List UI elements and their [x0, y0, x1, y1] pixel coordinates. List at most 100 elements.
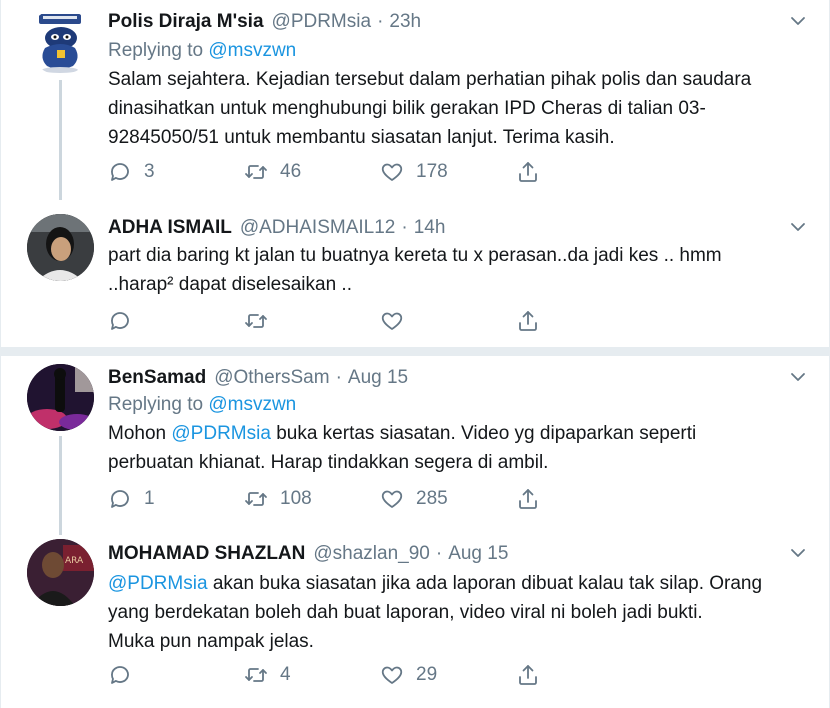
retweet-button[interactable] [244, 308, 280, 334]
svg-text:ARA: ARA [65, 556, 84, 566]
share-icon [516, 487, 540, 511]
heart-icon [380, 663, 404, 687]
reply-icon [108, 487, 132, 511]
reply-icon [108, 309, 132, 333]
retweet-button[interactable]: 46 [244, 159, 301, 185]
reply-button[interactable]: 3 [108, 159, 155, 185]
author-name[interactable]: MOHAMAD SHAZLAN [108, 543, 305, 565]
retweet-icon [244, 309, 268, 333]
tweet-text: Mohon @PDRMsia buka kertas siasatan. Vid… [108, 419, 808, 477]
retweet-icon [244, 487, 268, 511]
like-button[interactable]: 29 [380, 662, 437, 688]
conversation-divider [1, 347, 829, 356]
share-button[interactable] [516, 308, 540, 334]
like-button[interactable] [380, 308, 416, 334]
heart-icon [380, 309, 404, 333]
author-handle[interactable]: @OthersSam [214, 367, 329, 389]
separator-dot: · [435, 543, 443, 564]
tweet-bensamad[interactable]: BenSamad @OthersSam · Aug 15 Replying to… [1, 356, 829, 535]
retweet-count: 4 [280, 664, 291, 685]
replying-prefix: Replying to [108, 40, 204, 61]
tweet-text-line: dinasihatkan untuk menghubungi bilik ger… [108, 98, 706, 119]
reply-button[interactable]: 1 [108, 486, 155, 512]
author-handle[interactable]: @ADHAISMAIL12 [240, 217, 396, 239]
share-button[interactable] [516, 662, 540, 688]
timestamp[interactable]: 23h [389, 11, 421, 33]
tweet-actions: 4 29 [108, 662, 548, 688]
chevron-down-icon[interactable] [789, 220, 807, 234]
share-icon [516, 160, 540, 184]
separator-dot: · [335, 367, 342, 388]
chevron-down-icon[interactable] [789, 370, 807, 384]
reply-button[interactable] [108, 308, 144, 334]
tweet-text-line: ..harap² dapat diselesaikan .. [108, 274, 352, 295]
tweet-text-line: 92845050/51 untuk membantu siasatan lanj… [108, 127, 615, 148]
tweet-header: BenSamad @OthersSam · Aug 15 [108, 365, 408, 391]
chevron-down-icon[interactable] [789, 14, 807, 28]
retweet-button[interactable]: 108 [244, 486, 312, 512]
chevron-down-icon[interactable] [789, 546, 807, 560]
tweet-text-line: yang berdekatan boleh dah buat laporan, … [108, 602, 703, 623]
share-button[interactable] [516, 159, 540, 185]
share-icon [516, 309, 540, 333]
separator-dot: · [377, 11, 384, 32]
like-count: 178 [416, 161, 448, 182]
avatar[interactable]: ARA [27, 539, 94, 606]
mention-link[interactable]: @PDRMsia [171, 423, 271, 444]
tweet-header: Polis Diraja M'sia @PDRMsia · 23h [108, 9, 421, 35]
reply-icon [108, 160, 132, 184]
tweet-text-line: Mohon @PDRMsia buka kertas siasatan. Vid… [108, 419, 808, 448]
timestamp[interactable]: Aug 15 [448, 543, 508, 565]
author-name[interactable]: ADHA ISMAIL [108, 217, 232, 239]
tweet-actions [108, 308, 548, 334]
tweet-actions: 3 46 178 [108, 159, 548, 185]
tweet-header: MOHAMAD SHAZLAN @shazlan_90 · Aug 15 [108, 541, 508, 567]
retweet-button[interactable]: 4 [244, 662, 291, 688]
avatar[interactable] [27, 214, 94, 281]
heart-icon [380, 487, 404, 511]
reply-count: 1 [144, 488, 155, 509]
author-handle[interactable]: @PDRMsia [272, 11, 372, 33]
like-button[interactable]: 178 [380, 159, 448, 185]
avatar[interactable] [27, 8, 94, 75]
tweet-actions: 1 108 285 [108, 486, 548, 512]
reply-button[interactable] [108, 662, 144, 688]
replying-prefix: Replying to [108, 394, 204, 415]
tweet-shazlan[interactable]: ARA MOHAMAD SHAZLAN @shazlan_90 · Aug 15… [1, 529, 829, 708]
tweet-text: part dia baring kt jalan tu buatnya kere… [108, 241, 808, 299]
retweet-icon [244, 663, 268, 687]
like-button[interactable]: 285 [380, 486, 448, 512]
tweet-text-line: part dia baring kt jalan tu buatnya kere… [108, 245, 722, 266]
replying-to-link[interactable]: @msvzwn [208, 394, 296, 415]
timestamp[interactable]: 14h [414, 217, 446, 239]
like-count: 285 [416, 488, 448, 509]
tweet-pdrm[interactable]: Polis Diraja M'sia @PDRMsia · 23h Replyi… [1, 0, 829, 200]
author-name[interactable]: Polis Diraja M'sia [108, 11, 264, 33]
tweet-header: ADHA ISMAIL @ADHAISMAIL12 · 14h [108, 215, 445, 241]
tweet-text-line: Muka pun nampak jelas. [108, 631, 314, 652]
author-handle[interactable]: @shazlan_90 [313, 543, 429, 565]
timestamp[interactable]: Aug 15 [348, 367, 408, 389]
tweet-text: @PDRMsia akan buka siasatan jika ada lap… [108, 569, 808, 656]
tweet-adha[interactable]: ADHA ISMAIL @ADHAISMAIL12 · 14h part dia… [1, 198, 829, 346]
thread-line [59, 436, 62, 535]
heart-icon [380, 160, 404, 184]
reply-count: 3 [144, 161, 155, 182]
replying-to: Replying to @msvzwn [108, 40, 296, 62]
timeline: Polis Diraja M'sia @PDRMsia · 23h Replyi… [0, 0, 830, 708]
retweet-count: 46 [280, 161, 302, 182]
author-name[interactable]: BenSamad [108, 367, 206, 389]
avatar[interactable] [27, 364, 94, 431]
reply-icon [108, 663, 132, 687]
text-segment: Mohon [108, 423, 167, 444]
tweet-text-line: perbuatan khianat. Harap tindakkan seger… [108, 452, 549, 473]
share-button[interactable] [516, 486, 540, 512]
tweet-text-line: Salam sejahtera. Kejadian tersebut dalam… [108, 69, 752, 90]
tweet-text-line: @PDRMsia akan buka siasatan jika ada lap… [108, 569, 808, 598]
text-segment: buka kertas siasatan. Video yg dipaparka… [276, 423, 697, 444]
replying-to-link[interactable]: @msvzwn [208, 40, 296, 61]
separator-dot: · [401, 217, 408, 238]
share-icon [516, 663, 540, 687]
mention-link[interactable]: @PDRMsia [108, 573, 208, 594]
text-segment: akan buka siasatan jika ada laporan dibu… [212, 573, 763, 594]
